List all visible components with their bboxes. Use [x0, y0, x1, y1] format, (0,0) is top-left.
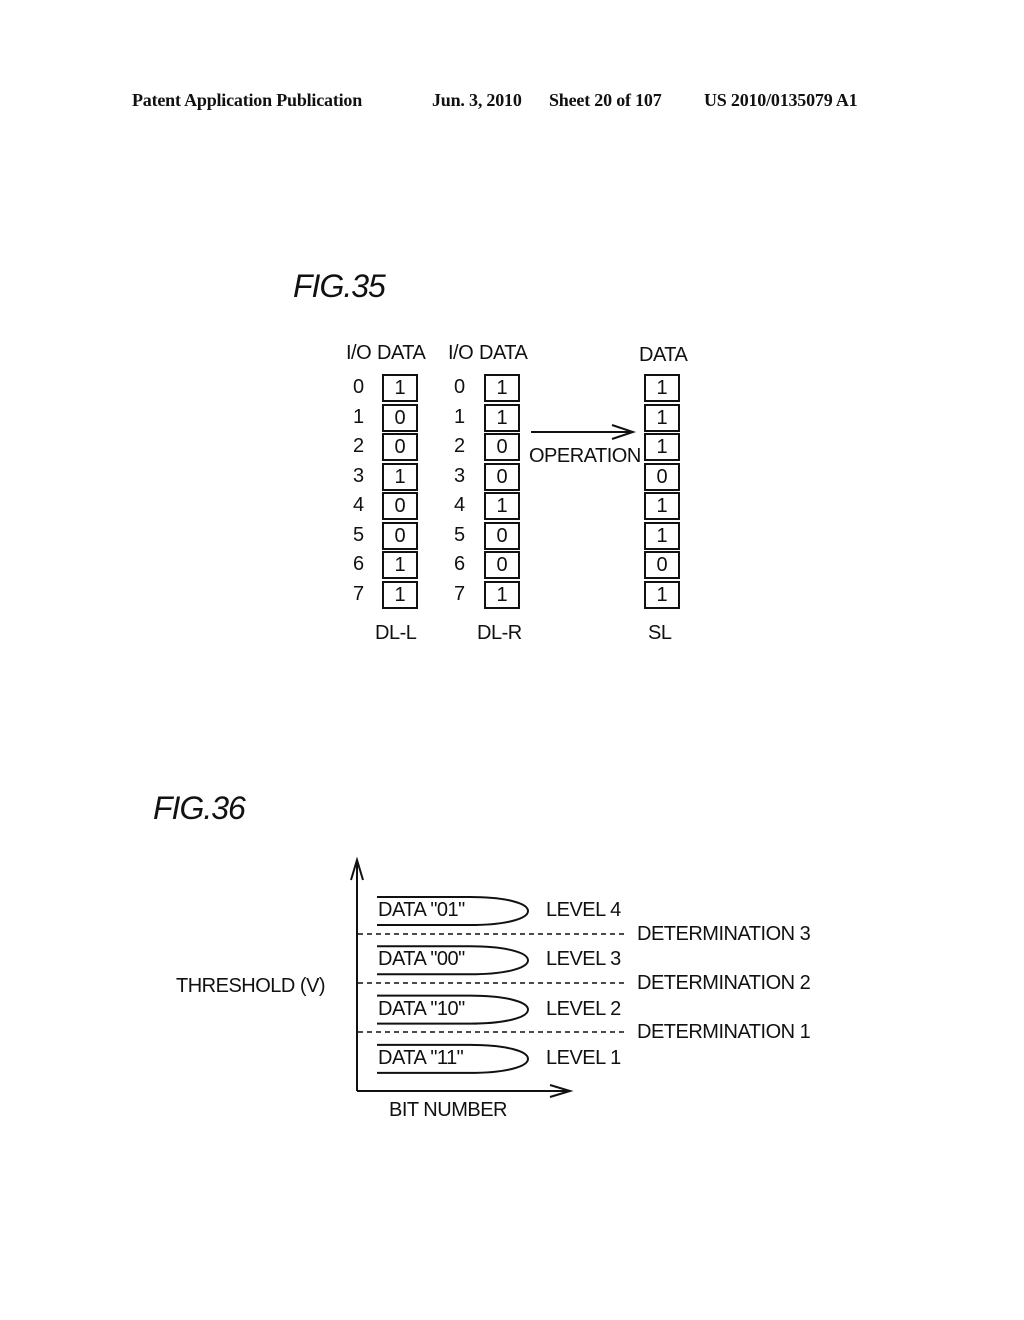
y-axis-label: THRESHOLD (V) [176, 975, 326, 997]
level-label: LEVEL 3 [546, 948, 621, 971]
distribution-data-label: DATA "10" [378, 997, 465, 1020]
determination-label: DETERMINATION 3 [637, 923, 811, 945]
distribution-data-label: DATA "11" [378, 1046, 464, 1069]
level-label: LEVEL 4 [546, 899, 621, 921]
distribution-data-label: DATA "00" [378, 948, 465, 971]
determination-label: DETERMINATION 1 [637, 1021, 811, 1043]
threshold-diagram [350, 856, 628, 1098]
level-label: LEVEL 2 [546, 997, 621, 1020]
determination-label: DETERMINATION 2 [637, 972, 811, 994]
distribution-data-label: DATA "01" [378, 899, 465, 921]
level-label: LEVEL 1 [546, 1046, 621, 1069]
x-axis-label: BIT NUMBER [389, 1099, 507, 1121]
